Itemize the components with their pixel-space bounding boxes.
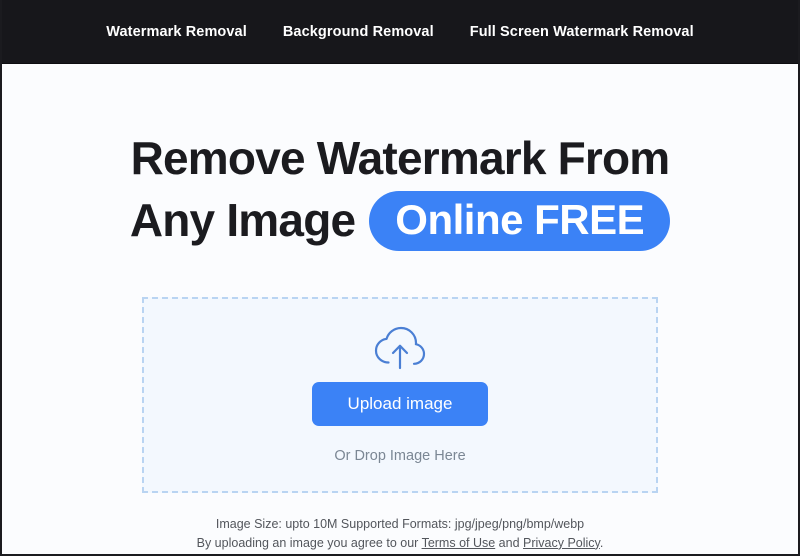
top-navigation-bar: Watermark Removal Background Removal Ful… [2, 0, 798, 64]
page-title-line-1: Remove Watermark From [130, 132, 671, 185]
drop-image-hint: Or Drop Image Here [334, 447, 466, 464]
upload-image-button[interactable]: Upload image [311, 381, 489, 426]
image-dropzone[interactable]: Upload image Or Drop Image Here [142, 296, 658, 493]
page-frame: Watermark Removal Background Removal Ful… [0, 0, 800, 556]
legal-agreement-text: By uploading an image you agree to our T… [2, 534, 798, 553]
legal-agreement-middle: and [495, 535, 524, 550]
footnotes: Image Size: upto 10M Supported Formats: … [2, 515, 798, 553]
legal-agreement-suffix: . [599, 535, 604, 550]
cloud-upload-icon [374, 326, 426, 370]
main-content: Remove Watermark From Any Image Online F… [2, 64, 798, 554]
dropzone-container: Upload image Or Drop Image Here [2, 296, 798, 493]
page-title-line-2-text: Any Image [129, 194, 356, 247]
page-title: Remove Watermark From Any Image Online F… [2, 133, 798, 251]
nav-item-watermark-removal[interactable]: Watermark Removal [106, 24, 247, 40]
page-title-line-2: Any Image Online FREE [2, 190, 798, 251]
nav-item-background-removal[interactable]: Background Removal [283, 24, 434, 40]
nav-item-full-screen-watermark-removal[interactable]: Full Screen Watermark Removal [470, 24, 694, 40]
privacy-policy-link[interactable]: Privacy Policy [523, 536, 600, 550]
legal-agreement-prefix: By uploading an image you agree to our [196, 535, 422, 550]
page-title-highlight-badge: Online FREE [369, 190, 671, 251]
file-requirements-text: Image Size: upto 10M Supported Formats: … [215, 516, 585, 531]
terms-of-use-link[interactable]: Terms of Use [422, 536, 496, 550]
